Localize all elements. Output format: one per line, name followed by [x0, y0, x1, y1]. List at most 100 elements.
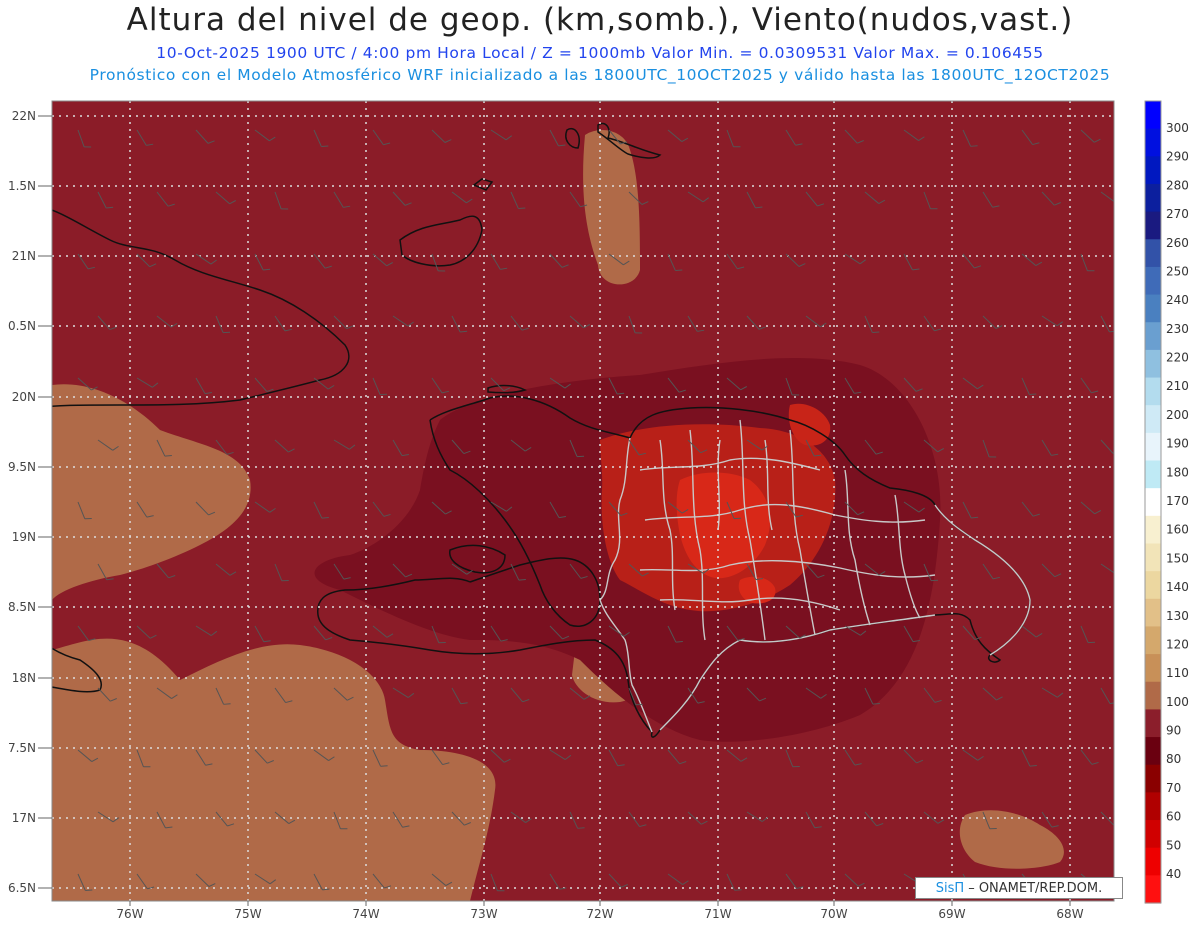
colorbar-label: 170 [1166, 494, 1189, 508]
colorbar-swatch [1145, 183, 1161, 213]
colorbar-swatch [1145, 654, 1161, 683]
lat-axis: 22N 1.5N 21N 0.5N 20N 9.5N 19N 8.5N 18N … [8, 109, 36, 895]
color-scale: 300 290 280 270 260 250 240 230 220 210 200 190 180 1… [1144, 100, 1189, 904]
colorbar-swatch [1145, 101, 1161, 130]
wind-barb-flag [577, 827, 585, 829]
colorbar-swatch [1145, 571, 1161, 600]
brand-logo: SisΠ [935, 880, 965, 896]
colorbar-label: 120 [1166, 637, 1189, 651]
colorbar-swatch [1145, 294, 1161, 323]
colorbar-label: 160 [1166, 523, 1189, 537]
colorbar-swatch [1145, 432, 1161, 462]
colorbar-label: 220 [1166, 351, 1189, 365]
lon-label: 73W [470, 907, 497, 921]
lon-label: 72W [586, 907, 613, 921]
colorbar-label: 90 [1166, 724, 1181, 738]
lon-label: 68W [1056, 907, 1083, 921]
colorbar-swatch [1145, 156, 1161, 185]
colorbar-label: 130 [1166, 609, 1189, 623]
colorbar-swatch [1145, 681, 1161, 711]
lat-label: 6.5N [8, 881, 36, 895]
wind-barb-flag [321, 517, 329, 519]
colorbar-label: 270 [1166, 207, 1189, 221]
lat-label: 19N [12, 530, 36, 544]
colorbar-label: 290 [1166, 150, 1189, 164]
lat-label: 9.5N [8, 460, 36, 474]
colorbar-swatch [1145, 847, 1161, 876]
colorbar-label: 40 [1166, 867, 1181, 881]
lat-label: 8.5N [8, 600, 36, 614]
colorbar-label: 140 [1166, 580, 1189, 594]
lat-label: 21N [12, 249, 36, 263]
colorbar-swatch [1145, 709, 1161, 738]
wind-barb-flag [518, 579, 526, 581]
colorbar-label: 70 [1166, 781, 1181, 795]
colorbar-swatch [1145, 128, 1161, 157]
colorbar-label: 280 [1166, 178, 1189, 192]
wind-barb-flag [734, 889, 742, 891]
colorbar-swatch [1145, 626, 1161, 655]
lat-ticks [38, 115, 52, 889]
colorbar-label: 240 [1166, 293, 1189, 307]
wind-barb-flag [675, 641, 683, 643]
colorbar-label: 200 [1166, 408, 1189, 422]
colorbar-swatch [1145, 737, 1161, 766]
lon-label: 74W [352, 907, 379, 921]
colorbar-swatch [1145, 211, 1161, 240]
map-field [52, 101, 1122, 901]
lat-label: 17N [12, 811, 36, 825]
lat-label: 7.5N [8, 741, 36, 755]
colorbar-swatch [1145, 377, 1161, 406]
lat-label: 0.5N [8, 319, 36, 333]
colorbar-swatch [1145, 543, 1161, 572]
colorbar-swatch [1145, 266, 1161, 296]
lon-label: 71W [704, 907, 731, 921]
colorbar-label: 150 [1166, 551, 1189, 565]
lon-label: 75W [234, 907, 261, 921]
wind-barb-flag [970, 145, 978, 147]
wind-barb-flag [872, 703, 880, 705]
colorbar-label: 210 [1166, 379, 1189, 393]
lat-label: 20N [12, 390, 36, 404]
wind-barb-flag [164, 455, 172, 457]
colorbar-label: 250 [1166, 264, 1189, 278]
colorbar-swatch [1145, 598, 1161, 628]
colorbar-label: 110 [1166, 666, 1189, 680]
colorbar-swatch [1145, 820, 1161, 849]
credit-org: – ONAMET/REP.DOM. [968, 880, 1103, 896]
lon-ticks [129, 901, 1071, 906]
wind-barb-flag [1116, 199, 1122, 203]
lon-axis: 76W 75W 74W 73W 72W 71W 70W 69W 68W [116, 907, 1083, 921]
wind-barb-flag [1029, 765, 1037, 767]
lon-label: 70W [820, 907, 847, 921]
colorbar-label: 190 [1166, 437, 1189, 451]
colorbar-swatch [1145, 764, 1161, 793]
colorbar-label: 300 [1166, 121, 1189, 135]
colorbar-swatch [1145, 405, 1161, 434]
wind-barb-flag [223, 703, 231, 705]
wind-barb-flag [380, 765, 388, 767]
colorbar-swatch [1145, 239, 1161, 268]
colorbar-label: 50 [1166, 838, 1181, 852]
colorbar-swatch [1145, 488, 1161, 517]
colorbar-swatch [1145, 349, 1161, 379]
lat-label: 1.5N [8, 179, 36, 193]
colorbar-label: 180 [1166, 465, 1189, 479]
credit-box: SisΠ – ONAMET/REP.DOM. [915, 877, 1123, 899]
lat-label: 18N [12, 671, 36, 685]
colorbar-swatch [1145, 322, 1161, 351]
wind-barb-flag [1116, 570, 1122, 574]
colorbar-label: 100 [1166, 695, 1189, 709]
colorbar-swatch [1145, 792, 1161, 821]
colorbar-label: 260 [1166, 236, 1189, 250]
colorbar-swatch [1145, 875, 1161, 904]
colorbar-label: 60 [1166, 810, 1181, 824]
colorbar-label: 230 [1166, 322, 1189, 336]
forecast-map: 22N 1.5N 21N 0.5N 20N 9.5N 19N 8.5N 18N … [8, 100, 1189, 921]
lon-label: 69W [938, 907, 965, 921]
lat-label: 22N [12, 109, 36, 123]
colorbar-swatch [1145, 460, 1161, 489]
lon-label: 76W [116, 907, 143, 921]
colorbar-label: 80 [1166, 752, 1181, 766]
colorbar-swatch [1145, 515, 1161, 545]
